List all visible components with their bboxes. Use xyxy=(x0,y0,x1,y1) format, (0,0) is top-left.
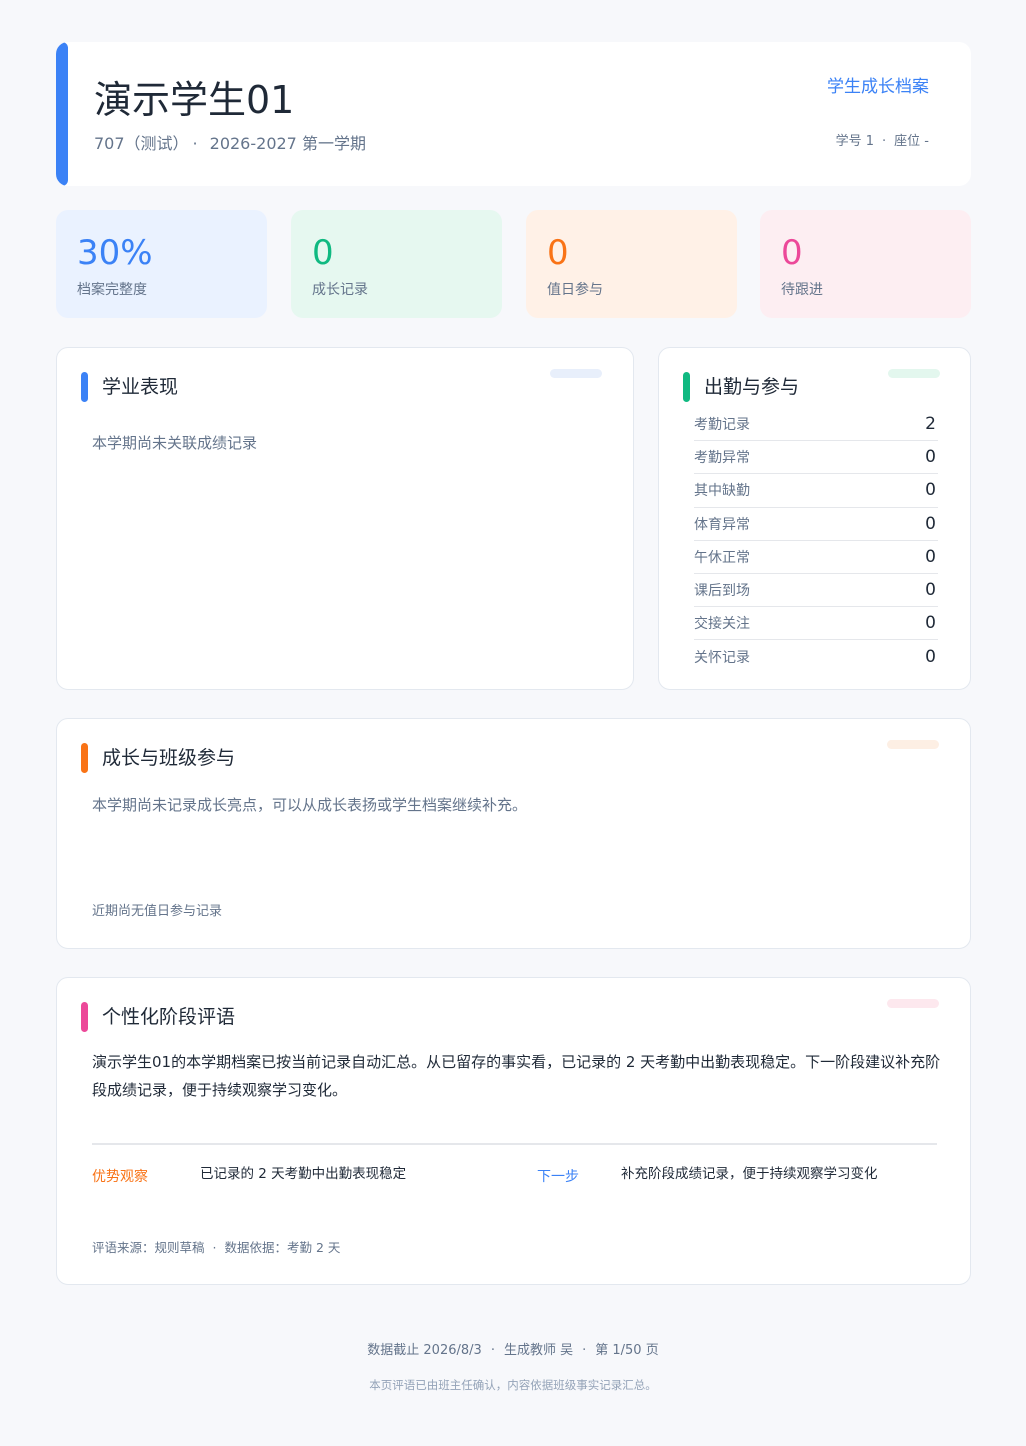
section-title: 学业表现 xyxy=(102,376,179,398)
comment-text: 演示学生01的本学期档案已按当前记录自动汇总。从已留存的事实看，已记录的 2 天… xyxy=(92,1053,941,1099)
stat-label: 成长记录 xyxy=(312,282,368,298)
attendance-value: 0 xyxy=(925,613,936,634)
strength-text: 已记录的 2 天考勤中出勤表现稳定 xyxy=(200,1166,407,1182)
footer-note: 本页评语已由班主任确认，内容依据班级事实记录汇总。 xyxy=(369,1378,657,1392)
attendance-value: 0 xyxy=(925,580,936,601)
student-header: 演示学生01 707（测试） · 2026-2027 第一学期 学生成长档案 学号 … xyxy=(56,42,971,186)
attendance-list: 考勤记录 2 考勤异常 0 其中缺勤 0 体育异常 0 午休正常 0 课后到场 0 交接关注… xyxy=(694,408,938,674)
stat-label: 值日参与 xyxy=(547,282,603,298)
page-number: 第 1/50 页 xyxy=(595,1343,659,1358)
comment-card: 个性化阶段评语 演示学生01的本学期档案已按当前记录自动汇总。从已留存的事实看，… xyxy=(56,977,971,1285)
academic-card: 学业表现 本学期尚未关联成绩记录 xyxy=(56,347,634,690)
separator-dot: · xyxy=(490,1343,495,1358)
stat-label: 档案完整度 xyxy=(77,282,147,298)
separator-dot: · xyxy=(582,1343,587,1358)
teacher: 生成教师 吴 xyxy=(503,1343,574,1358)
attendance-value: 0 xyxy=(925,546,936,567)
student-name: 演示学生01 xyxy=(94,78,295,122)
footer-info: 数据截止 2026/8/3 · 生成教师 吴 · 第 1/50 页 xyxy=(0,1342,1026,1360)
source-label: 评语来源：规则草稿 xyxy=(92,1240,205,1255)
divider xyxy=(92,1143,937,1145)
attendance-row: 午休正常 0 xyxy=(694,541,938,574)
growth-card: 成长与班级参与 本学期尚未记录成长亮点，可以从成长表扬或学生档案继续补充。 近期… xyxy=(56,718,971,949)
academic-empty-text: 本学期尚未关联成绩记录 xyxy=(92,434,258,452)
growth-empty-text: 本学期尚未记录成长亮点，可以从成长表扬或学生档案继续补充。 xyxy=(92,796,528,814)
student-number: 学号 1 xyxy=(835,134,875,149)
attendance-value: 0 xyxy=(925,513,936,534)
separator-dot: · xyxy=(882,134,887,149)
attendance-label: 考勤异常 xyxy=(694,450,750,467)
next-step-label: 下一步 xyxy=(537,1169,579,1185)
basis-label: 数据依据：考勤 2 天 xyxy=(224,1240,341,1255)
stat-card-completeness: 30% 档案完整度 xyxy=(56,210,267,318)
section-pill xyxy=(550,369,602,378)
student-meta: 707（测试） · 2026-2027 第一学期 xyxy=(94,134,366,154)
separator-dot: · xyxy=(192,134,198,153)
attendance-value: 0 xyxy=(925,480,936,501)
section-title: 个性化阶段评语 xyxy=(102,1006,236,1028)
stat-label: 待跟进 xyxy=(781,282,823,298)
attendance-card: 出勤与参与 考勤记录 2 考勤异常 0 其中缺勤 0 体育异常 0 午休正常 0 课后到场… xyxy=(658,347,971,690)
section-accent-bar xyxy=(81,372,88,402)
strength-label: 优势观察 xyxy=(92,1169,148,1185)
attendance-label: 交接关注 xyxy=(694,616,750,633)
section-title: 成长与班级参与 xyxy=(102,747,236,769)
attendance-label: 体育异常 xyxy=(694,516,750,533)
attendance-row: 考勤记录 2 xyxy=(694,408,938,442)
attendance-value: 0 xyxy=(925,447,936,468)
stat-card-growth-records: 0 成长记录 xyxy=(291,210,502,318)
duty-empty-text: 近期尚无值日参与记录 xyxy=(92,904,223,919)
attendance-value: 0 xyxy=(925,646,936,667)
attendance-row: 考勤异常 0 xyxy=(694,441,938,475)
stat-card-duty: 0 值日参与 xyxy=(526,210,737,318)
attendance-label: 考勤记录 xyxy=(694,417,750,434)
separator-dot: · xyxy=(212,1240,217,1255)
stat-value: 0 xyxy=(781,233,803,273)
attendance-label: 其中缺勤 xyxy=(694,483,750,500)
student-id-line: 学号 1 · 座位 - xyxy=(836,132,929,152)
attendance-row: 关怀记录 0 xyxy=(694,640,938,673)
section-accent-bar xyxy=(683,372,690,402)
stat-value: 0 xyxy=(312,233,334,273)
section-pill xyxy=(887,999,939,1008)
attendance-label: 关怀记录 xyxy=(694,649,750,666)
attendance-label: 午休正常 xyxy=(694,549,750,566)
stat-value: 0 xyxy=(547,233,569,273)
seat: 座位 - xyxy=(894,134,929,149)
comment-source: 评语来源：规则草稿 · 数据依据：考勤 2 天 xyxy=(92,1239,340,1257)
section-pill xyxy=(888,369,940,378)
stat-card-follow-up: 0 待跟进 xyxy=(760,210,971,318)
section-accent-bar xyxy=(81,1002,88,1032)
section-pill xyxy=(887,740,939,749)
next-step-text: 补充阶段成绩记录，便于持续观察学习变化 xyxy=(621,1166,878,1182)
header-accent-bar xyxy=(56,42,68,186)
attendance-row: 其中缺勤 0 xyxy=(694,474,938,508)
class-name: 707（测试） xyxy=(94,134,181,153)
attendance-row: 交接关注 0 xyxy=(694,607,938,641)
attendance-row: 体育异常 0 xyxy=(694,508,938,541)
attendance-row: 课后到场 0 xyxy=(694,574,938,608)
attendance-value: 2 xyxy=(925,414,936,435)
attendance-label: 课后到场 xyxy=(694,583,750,600)
section-title: 出勤与参与 xyxy=(704,376,800,398)
stat-value: 30% xyxy=(77,233,153,273)
term: 2026-2027 第一学期 xyxy=(209,134,366,153)
data-cutoff: 数据截止 2026/8/3 xyxy=(367,1343,482,1358)
section-accent-bar xyxy=(81,743,88,773)
archive-link[interactable]: 学生成长档案 xyxy=(827,76,929,98)
